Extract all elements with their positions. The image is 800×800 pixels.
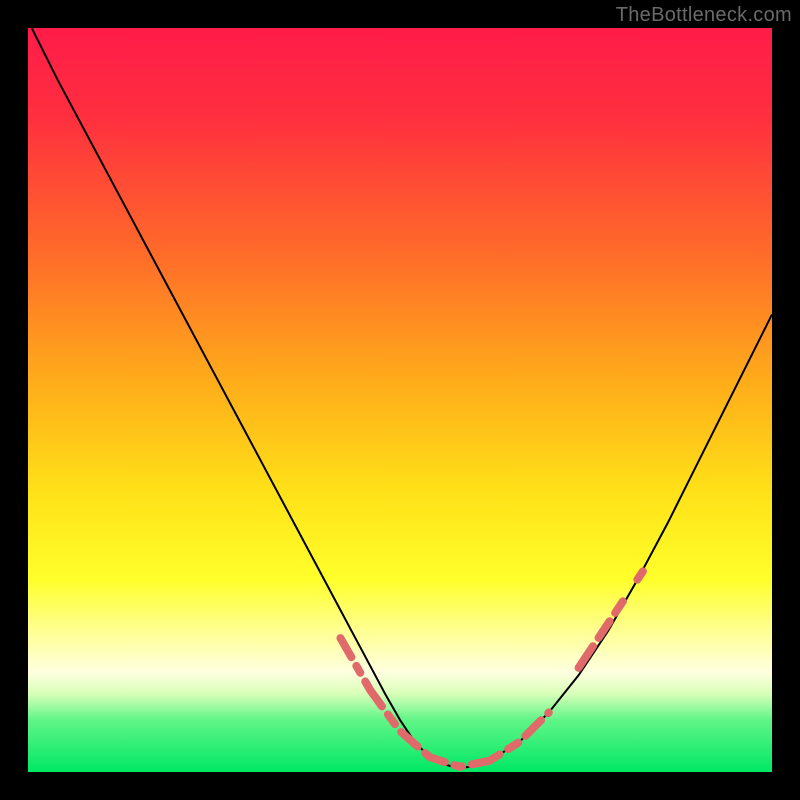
chart-frame: TheBottleneck.com [0, 0, 800, 800]
chart-gradient-bg [28, 28, 772, 772]
bottleneck-chart [0, 0, 800, 800]
watermark-text: TheBottleneck.com [616, 4, 792, 27]
